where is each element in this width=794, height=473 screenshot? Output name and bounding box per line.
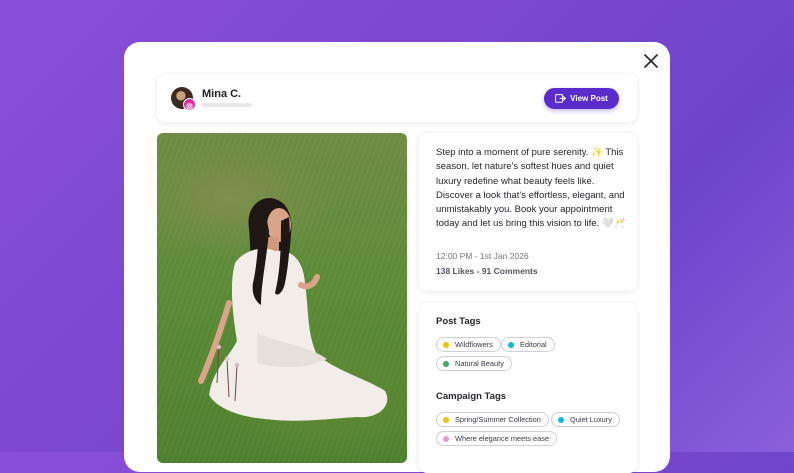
tag-label: Where elegance meets ease xyxy=(455,434,550,443)
post-engagement-stats: 138 Likes - 91 Comments xyxy=(436,266,538,276)
tag-label: Editorial xyxy=(520,340,547,349)
tag-label: Quiet Luxury xyxy=(570,415,612,424)
post-timestamp: 12:00 PM - 1st Jan 2026 xyxy=(436,251,529,261)
post-header: Mina C. View Post xyxy=(157,74,637,122)
campaign-tag-chip[interactable]: Where elegance meets ease xyxy=(436,431,558,446)
campaign-tag-chip[interactable]: Quiet Luxury xyxy=(551,412,620,427)
post-tags-title: Post Tags xyxy=(436,316,481,327)
tag-color-dot xyxy=(443,435,449,442)
view-post-button[interactable]: View Post xyxy=(544,88,619,109)
campaign-tag-chip[interactable]: Spring/Summer Collection xyxy=(436,412,549,427)
tags-card: Post Tags Wildflowers Editorial Natural … xyxy=(419,303,637,473)
tag-label: Natural Beauty xyxy=(455,359,504,368)
username: Mina C. xyxy=(202,88,242,100)
post-tag-chip[interactable]: Editorial xyxy=(501,337,555,352)
post-tag-chip[interactable]: Wildflowers xyxy=(436,337,501,352)
tag-label: Spring/Summer Collection xyxy=(455,415,541,424)
tag-color-dot xyxy=(443,341,449,348)
caption-card: Step into a moment of pure serenity. ✨ T… xyxy=(419,133,637,291)
tag-color-dot xyxy=(443,360,449,367)
close-icon[interactable] xyxy=(642,52,660,70)
post-tag-chip[interactable]: Natural Beauty xyxy=(436,356,512,371)
instagram-icon xyxy=(183,98,196,111)
tag-color-dot xyxy=(558,416,564,423)
username-placeholder-bar xyxy=(202,103,252,107)
campaign-tags-title: Campaign Tags xyxy=(436,391,507,402)
post-caption: Step into a moment of pure serenity. ✨ T… xyxy=(436,147,626,230)
post-image xyxy=(157,133,407,463)
tag-color-dot xyxy=(443,416,449,423)
view-post-label: View Post xyxy=(570,94,608,103)
tag-color-dot xyxy=(508,341,514,348)
external-link-icon xyxy=(555,94,567,103)
tag-label: Wildflowers xyxy=(455,340,493,349)
